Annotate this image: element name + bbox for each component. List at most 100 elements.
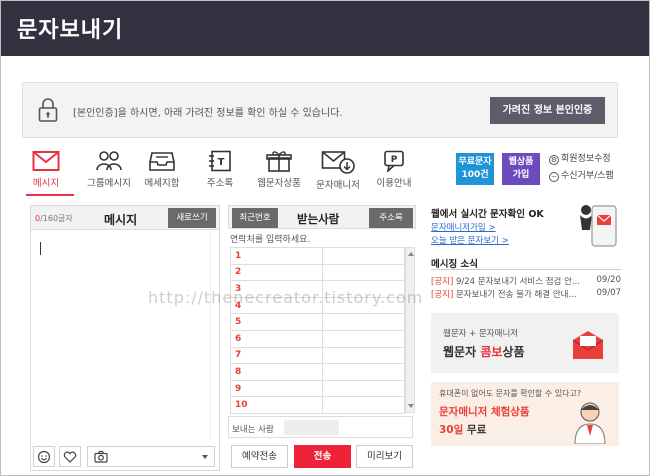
today-messages-link[interactable]: 오늘 받은 문자보기 > <box>431 234 509 246</box>
emoticon-button[interactable] <box>33 446 55 467</box>
scroll-down-icon <box>408 404 414 408</box>
recipient-row-number: 1 <box>230 247 323 265</box>
spam-block-link[interactable]: − 수신거부/스팸 <box>549 168 614 182</box>
tab-label: 그룹메시지 <box>87 178 131 189</box>
combo-product-banner[interactable]: 웹문자 + 문자매니저 웹문자 콤보상품 <box>431 313 619 373</box>
recipient-row[interactable]: 8 <box>230 363 405 381</box>
text-cursor <box>40 242 41 255</box>
mail-download-icon <box>321 151 355 174</box>
edit-profile-link[interactable]: ⚙ 회원정보수정 <box>549 151 611 165</box>
active-tab-indicator <box>26 194 74 196</box>
banner-free: 무료 <box>463 424 487 436</box>
verify-identity-button[interactable]: 가려진 정보 본인인증 <box>490 97 605 124</box>
preview-button[interactable]: 미리보기 <box>356 445 413 468</box>
sms-manager-signup-link[interactable]: 문자매니저가입 > <box>431 221 496 233</box>
tab-label: 메시지 <box>32 178 60 189</box>
message-composer: 0/160글자 메시지 새로쓰기 <box>30 205 220 471</box>
news-date: 09/07 <box>596 288 622 298</box>
tab-label: 이용안내 <box>376 178 412 189</box>
banner-line2: 웹문자 콤보상품 <box>443 343 525 360</box>
recipient-row-number: 10 <box>230 396 323 414</box>
group-icon <box>96 151 122 171</box>
new-message-button[interactable]: 새로쓰기 <box>168 208 216 228</box>
recipient-phone-field[interactable] <box>322 363 405 381</box>
watermark: http://thenecreator.tistory.com <box>148 288 424 307</box>
composer-title: 메시지 <box>104 213 138 227</box>
free-sms-badge[interactable]: 무료문자 100건 <box>456 153 494 185</box>
attach-image-select[interactable] <box>87 446 215 467</box>
recipient-row[interactable]: 10 <box>230 396 405 414</box>
tab-label: 주소록 <box>206 178 234 189</box>
address-book-button[interactable]: 주소록 <box>369 208 413 228</box>
trial-product-banner[interactable]: 휴대폰이 없어도 문자를 확인할 수 있다고? 문자매니저 체험상품 30일 무… <box>431 382 619 446</box>
composer-header: 0/160글자 메시지 새로쓰기 <box>31 206 219 230</box>
recipient-phone-field[interactable] <box>322 313 405 331</box>
sender-row: 보내는 사람 <box>228 416 413 438</box>
tab-group-message[interactable]: 그룹메시지 <box>81 148 137 194</box>
camera-icon <box>94 450 108 463</box>
recipient-phone-field[interactable] <box>322 379 405 398</box>
recipient-row-number: 6 <box>230 329 323 348</box>
recipient-row[interactable]: 9 <box>230 379 405 398</box>
message-textarea[interactable] <box>31 231 219 439</box>
recipients-scrollbar[interactable] <box>405 247 415 413</box>
recipient-row[interactable]: 5 <box>230 313 405 331</box>
recipient-phone-field[interactable] <box>322 346 405 365</box>
phone-message-icon <box>580 205 617 247</box>
recipient-phone-field[interactable] <box>322 396 405 414</box>
address-book-icon: T <box>209 150 231 172</box>
tab-message-box[interactable]: 메세지함 <box>134 148 190 194</box>
tab-sms-manager[interactable]: 문자매니저 <box>310 148 366 194</box>
news-tag: [공지] <box>431 290 454 300</box>
news-text: 문자보내기 전송 불가 해결 안내... <box>455 290 577 300</box>
envelope-icon <box>32 151 60 171</box>
recipient-row[interactable]: 6 <box>230 329 405 348</box>
recipients-title: 받는사람 <box>297 212 340 226</box>
badge-line: 무료문자 <box>458 157 492 167</box>
char-counter: 0/160글자 <box>35 213 73 224</box>
heart-icon <box>63 451 77 463</box>
banner-line1: 웹문자 + 문자매니저 <box>443 329 519 339</box>
web-check-title: 웹에서 실시간 문자확인 OK <box>431 209 544 220</box>
tab-web-sms-products[interactable]: 웹문자상품 <box>251 148 307 194</box>
news-item[interactable]: [공지] 문자보내기 전송 불가 해결 안내... 09/07 <box>431 288 621 300</box>
recipient-row-number: 9 <box>230 379 323 398</box>
recipient-phone-field[interactable] <box>322 329 405 348</box>
recipient-row[interactable]: 1 <box>230 247 405 265</box>
banner-days: 30일 <box>439 424 464 436</box>
sender-number-field[interactable] <box>284 420 339 435</box>
banner-line2: 문자매니저 체험상품 <box>439 406 530 418</box>
spam-block-label: 수신거부/스팸 <box>561 171 614 181</box>
web-product-badge[interactable]: 웹상품 가입 <box>502 153 540 185</box>
recipient-row[interactable]: 7 <box>230 346 405 365</box>
char-count-max: /160글자 <box>40 214 73 223</box>
news-item[interactable]: [공지] 9/24 문자보내기 서비스 점검 안... 09/20 <box>431 275 621 287</box>
news-date: 09/20 <box>596 275 622 285</box>
tab-message[interactable]: 메시지 <box>18 148 74 194</box>
scheduled-send-button[interactable]: 예약전송 <box>231 445 288 468</box>
tab-address-book[interactable]: T 주소록 <box>192 148 248 194</box>
message-scrollbar[interactable] <box>210 231 219 439</box>
recipient-row-number: 8 <box>230 363 323 381</box>
tab-help[interactable]: P 이용안내 <box>366 148 422 194</box>
auth-notice-text: [본인인증]을 하시면, 아래 가려진 정보를 확인 하실 수 있습니다. <box>73 108 343 119</box>
recipient-phone-field[interactable] <box>322 247 405 265</box>
smiley-icon <box>37 450 51 464</box>
banner-highlight: 콤보 <box>480 345 503 359</box>
news-tag: [공지] <box>431 277 454 287</box>
main-tabs: 메시지 그룹메시지 메세지함 T 주소록 웹문자상품 문자매니저 P 이용안내 <box>26 148 426 196</box>
tab-label: 웹문자상품 <box>257 178 301 189</box>
news-text: 9/24 문자보내기 서비스 점검 안... <box>455 277 581 287</box>
news-title: 메시징 소식 <box>431 259 479 270</box>
send-button[interactable]: 전송 <box>294 445 351 468</box>
recipient-phone-field[interactable] <box>322 263 405 282</box>
inbox-icon <box>149 152 175 171</box>
svg-text:T: T <box>218 157 225 168</box>
recent-numbers-button[interactable]: 최근번호 <box>232 208 278 228</box>
gear-icon: ⚙ <box>549 155 559 165</box>
edit-profile-label: 회원정보수정 <box>561 154 611 164</box>
recipient-row[interactable]: 2 <box>230 263 405 282</box>
badge-line: 웹상품 <box>508 157 534 167</box>
banner-line3: 30일 무료 <box>439 422 486 437</box>
special-char-button[interactable] <box>59 446 81 467</box>
